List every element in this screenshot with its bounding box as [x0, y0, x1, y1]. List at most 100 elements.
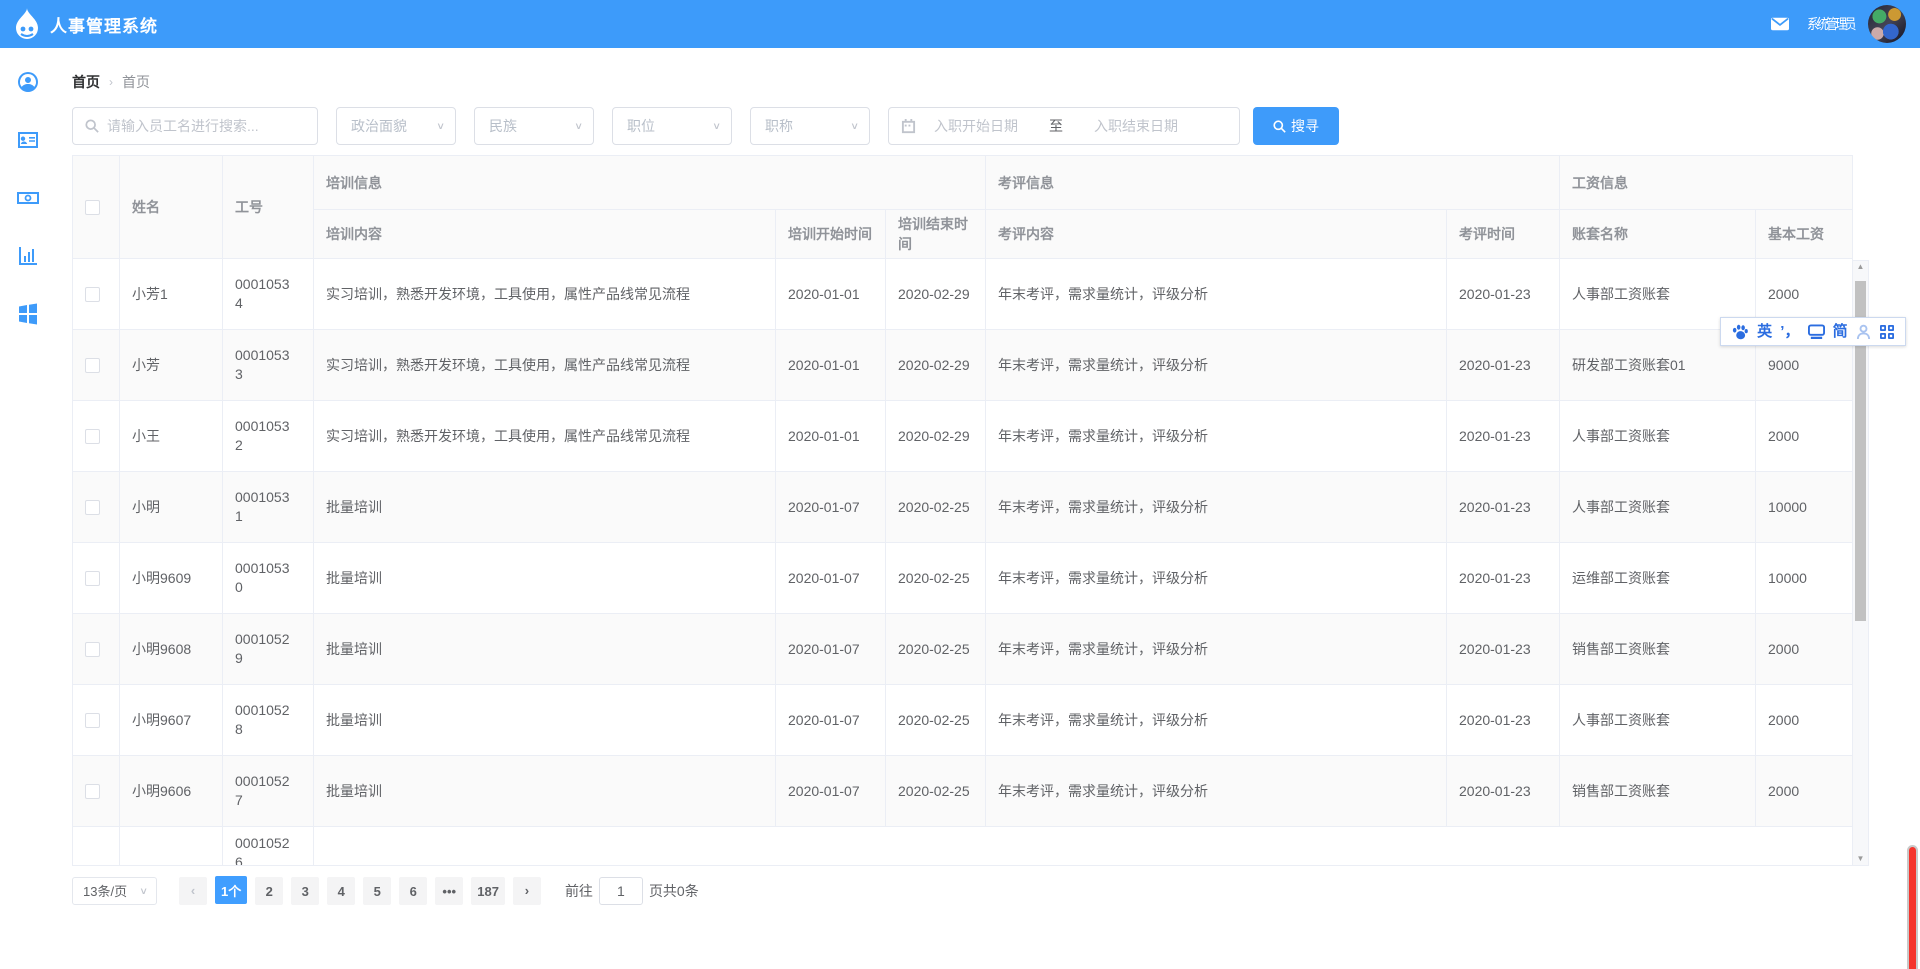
next-page-button[interactable]: ›	[513, 877, 541, 905]
select-political-status[interactable]: 政治面貌 ∨	[336, 107, 456, 145]
header-account: 账套名称	[1560, 210, 1756, 259]
cell-base-salary: 2000	[1756, 756, 1853, 827]
cell-train-content: 批量培训	[314, 472, 776, 543]
page-button[interactable]: 1个	[215, 876, 247, 904]
id-card-icon[interactable]	[16, 128, 40, 152]
table-row: 小王00010532实习培训，熟悉开发环境，工具使用，属性产品线常见流程2020…	[73, 401, 1853, 472]
row-checkbox[interactable]	[85, 642, 100, 657]
more-pages-button[interactable]: •••	[435, 877, 463, 905]
main-content: 首页 › 首页 政治面貌 ∨ 民族 ∨ 职位 ∨ 职称 ∨	[55, 48, 1920, 969]
row-select-cell	[73, 827, 120, 866]
cell-review-content: 年末考评，需求量统计，评级分析	[986, 472, 1447, 543]
cell-review-time: 2020-01-23	[1447, 259, 1560, 330]
search-input[interactable]	[107, 118, 305, 134]
bar-chart-icon[interactable]	[16, 244, 40, 268]
page-button[interactable]: 5	[363, 877, 391, 905]
date-separator: 至	[1036, 116, 1076, 136]
cell-base-salary: 2000	[1756, 685, 1853, 756]
window-scrollbar-thumb[interactable]	[1907, 845, 1918, 969]
table-row: 小明960900010530批量培训2020-01-072020-02-25年末…	[73, 543, 1853, 614]
avatar[interactable]	[1868, 5, 1906, 43]
goto-page-input[interactable]	[599, 877, 643, 905]
cell-name	[120, 827, 223, 866]
grid-icon[interactable]	[1879, 324, 1895, 340]
select-all-checkbox[interactable]	[85, 200, 100, 215]
cell-account: 人事部工资账套	[1560, 401, 1756, 472]
page-button[interactable]: 3	[291, 877, 319, 905]
cell-train-end: 2020-02-25	[886, 614, 986, 685]
row-checkbox[interactable]	[85, 713, 100, 728]
chevron-down-icon: ∨	[139, 885, 148, 896]
cell-name: 小芳	[120, 330, 223, 401]
header-train-content: 培训内容	[314, 210, 776, 259]
cell-review-content: 年末考评，需求量统计，评级分析	[986, 259, 1447, 330]
cell-train-content: 批量培训	[314, 614, 776, 685]
user-name[interactable]: 系统管理员	[1807, 14, 1854, 34]
chevron-down-icon: ∨	[436, 120, 445, 131]
page-size-label: 13条/页	[83, 881, 127, 900]
prev-page-button[interactable]: ‹	[179, 877, 207, 905]
cell-train-start: 2020-01-07	[776, 472, 886, 543]
row-checkbox[interactable]	[85, 571, 100, 586]
cell-emp-id: 00010530	[223, 543, 314, 614]
breadcrumb: 首页 › 首页	[72, 72, 1920, 92]
ime-simplified[interactable]: 简	[1833, 324, 1848, 339]
cell-base-salary: 2000	[1756, 401, 1853, 472]
select-title[interactable]: 职称 ∨	[750, 107, 870, 145]
money-icon[interactable]	[16, 186, 40, 210]
mail-icon[interactable]	[1771, 17, 1789, 31]
employee-search-field[interactable]	[72, 107, 318, 145]
chevron-down-icon: ∨	[850, 120, 859, 131]
cell-train-start: 2020-01-07	[776, 685, 886, 756]
header-name: 姓名	[120, 156, 223, 259]
calendar-icon	[901, 119, 916, 134]
page-button[interactable]: 6	[399, 877, 427, 905]
cell-train-end: 2020-02-29	[886, 259, 986, 330]
breadcrumb-home[interactable]: 首页	[72, 72, 100, 92]
total-label: 页共0条	[649, 881, 699, 901]
date-start-placeholder[interactable]: 入职开始日期	[916, 116, 1036, 136]
row-select-cell	[73, 614, 120, 685]
search-button[interactable]: 搜寻	[1253, 107, 1339, 145]
cell-train-content: 批量培训	[314, 756, 776, 827]
table-scrollbar[interactable]: ▲ ▼	[1852, 260, 1869, 866]
cell-review-time: 2020-01-23	[1447, 401, 1560, 472]
row-checkbox[interactable]	[85, 500, 100, 515]
select-position[interactable]: 职位 ∨	[612, 107, 732, 145]
ime-lang-english[interactable]: 英	[1757, 324, 1772, 339]
board-icon[interactable]	[1808, 324, 1825, 340]
page-size-select[interactable]: 13条/页 ∨	[72, 877, 157, 905]
page-button[interactable]: 4	[327, 877, 355, 905]
hire-date-range-picker[interactable]: 入职开始日期 至 入职结束日期	[888, 107, 1240, 145]
scroll-down-icon[interactable]: ▼	[1857, 853, 1865, 865]
scrollbar-track[interactable]	[1853, 273, 1868, 853]
apps-grid-icon[interactable]	[16, 302, 40, 326]
table-row: 小明960600010527批量培训2020-01-072020-02-25年末…	[73, 756, 1853, 827]
row-checkbox[interactable]	[85, 287, 100, 302]
row-select-cell	[73, 685, 120, 756]
employee-icon[interactable]	[16, 70, 40, 94]
scroll-up-icon[interactable]: ▲	[1857, 261, 1865, 273]
chevron-down-icon: ∨	[712, 120, 721, 131]
row-checkbox[interactable]	[85, 429, 100, 444]
page-button[interactable]: 2	[255, 877, 283, 905]
table-row: 小明960800010529批量培训2020-01-072020-02-25年末…	[73, 614, 1853, 685]
page-button[interactable]: 187	[471, 877, 505, 905]
person-icon[interactable]	[1856, 324, 1871, 340]
select-label: 职位	[627, 116, 655, 136]
cell-train-end: 2020-02-29	[886, 401, 986, 472]
date-end-placeholder[interactable]: 入职结束日期	[1076, 116, 1196, 136]
baidu-paw-icon[interactable]	[1731, 324, 1749, 340]
row-checkbox[interactable]	[85, 784, 100, 799]
cell-train-start: 2020-01-01	[776, 330, 886, 401]
ime-punctuation[interactable]: ’，	[1780, 324, 1799, 339]
select-ethnicity[interactable]: 民族 ∨	[474, 107, 594, 145]
cell-base-salary: 10000	[1756, 472, 1853, 543]
cell-account: 人事部工资账套	[1560, 685, 1756, 756]
search-icon	[85, 119, 99, 133]
row-checkbox[interactable]	[85, 358, 100, 373]
header-select-all[interactable]	[73, 156, 120, 259]
header-review-time: 考评时间	[1447, 210, 1560, 259]
app-title: 人事管理系统	[50, 12, 158, 37]
cell-name: 小明9607	[120, 685, 223, 756]
